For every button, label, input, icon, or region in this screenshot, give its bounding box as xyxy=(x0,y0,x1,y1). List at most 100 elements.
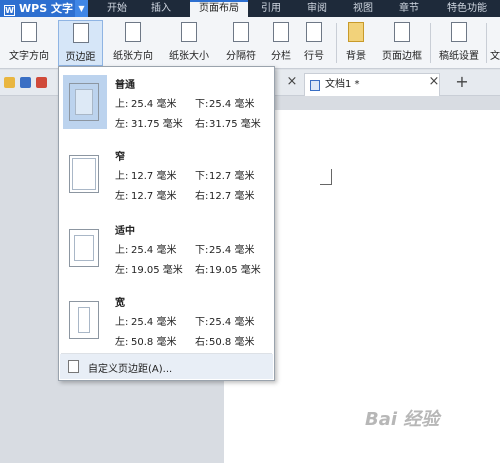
tab-page-layout[interactable]: 页面布局 xyxy=(190,0,248,17)
ribbon-separator xyxy=(430,23,431,63)
bottom-margin-value: 25.4 毫米 xyxy=(209,245,255,256)
columns-label: 分栏 xyxy=(271,51,291,62)
preset-name: 适中 xyxy=(115,226,135,237)
bottom-margin-label: 下: xyxy=(195,317,209,328)
columns-icon xyxy=(273,22,289,42)
bottom-margin-value: 25.4 毫米 xyxy=(209,317,255,328)
text-button-label: 文 xyxy=(490,51,500,62)
orientation-label: 纸张方向 xyxy=(113,51,153,62)
tab-view[interactable]: 视图 xyxy=(346,0,380,17)
manuscript-settings-label: 稿纸设置 xyxy=(439,51,479,62)
left-margin-label: 左: xyxy=(115,337,129,348)
right-margin-value: 12.7 毫米 xyxy=(209,191,255,202)
top-margin-value: 12.7 毫米 xyxy=(131,171,177,182)
line-numbers-icon xyxy=(306,22,322,42)
top-margin-value: 25.4 毫米 xyxy=(131,317,177,328)
tab-special-features[interactable]: 特色功能 xyxy=(438,0,496,17)
app-title: WPS 文字 xyxy=(19,2,73,15)
bottom-margin-label: 下: xyxy=(195,245,209,256)
bottom-margin-label: 下: xyxy=(195,171,209,182)
left-margin-label: 左: xyxy=(115,119,129,130)
tab-references[interactable]: 引用 xyxy=(256,0,286,17)
menu-bar: W WPS 文字 ▼ 开始 插入 页面布局 引用 审阅 视图 章节 特色功能 xyxy=(0,0,500,17)
page-border-icon xyxy=(394,22,410,42)
watermark: Bai 经验 xyxy=(365,409,440,430)
preset-name: 窄 xyxy=(115,152,125,163)
margin-corner-mark xyxy=(320,169,332,185)
save-icon[interactable] xyxy=(20,77,31,88)
bottom-margin-value: 25.4 毫米 xyxy=(209,99,255,110)
columns-button[interactable]: 分栏 xyxy=(266,20,296,66)
margin-preset-wide[interactable]: 宽 上: 25.4 毫米 下: 25.4 毫米 左: 50.8 毫米 右: 50… xyxy=(59,285,274,355)
breaks-button[interactable]: 分隔符 xyxy=(218,20,264,66)
custom-margins-label: 自定义页边距(A)... xyxy=(88,364,173,375)
close-tab-icon[interactable]: × xyxy=(284,74,300,90)
custom-margins-item[interactable]: 自定义页边距(A)... xyxy=(60,354,273,379)
tab-review[interactable]: 审阅 xyxy=(300,0,334,17)
bottom-margin-label: 下: xyxy=(195,99,209,110)
margin-preview-icon xyxy=(69,155,99,193)
orientation-button[interactable]: 纸张方向 xyxy=(106,20,160,66)
left-margin-value: 12.7 毫米 xyxy=(131,191,177,202)
right-margin-label: 右: xyxy=(195,119,209,130)
right-margin-value: 50.8 毫米 xyxy=(209,337,255,348)
manuscript-settings-button[interactable]: 稿纸设置 xyxy=(436,20,482,66)
right-margin-label: 右: xyxy=(195,337,209,348)
breaks-icon xyxy=(233,22,249,42)
margin-preset-moderate[interactable]: 适中 上: 25.4 毫米 下: 25.4 毫米 左: 19.05 毫米 右: … xyxy=(59,213,274,283)
app-menu-button[interactable]: W WPS 文字 ▼ xyxy=(0,0,88,17)
right-margin-label: 右: xyxy=(195,265,209,276)
tab-insert[interactable]: 插入 xyxy=(144,0,178,17)
ribbon-separator xyxy=(486,23,487,63)
left-margin-label: 左: xyxy=(115,265,129,276)
text-button[interactable]: 文 xyxy=(490,20,500,66)
left-margin-value: 50.8 毫米 xyxy=(131,337,177,348)
background-label: 背景 xyxy=(346,51,366,62)
breaks-label: 分隔符 xyxy=(226,51,256,62)
margin-preset-normal[interactable]: 普通 上: 25.4 毫米 下: 25.4 毫米 左: 31.75 毫米 右: … xyxy=(59,67,274,137)
margin-preset-narrow[interactable]: 窄 上: 12.7 毫米 下: 12.7 毫米 左: 12.7 毫米 右: 12… xyxy=(59,139,274,209)
line-numbers-label: 行号 xyxy=(304,51,324,62)
margins-dropdown: 普通 上: 25.4 毫米 下: 25.4 毫米 左: 31.75 毫米 右: … xyxy=(58,66,275,381)
bottom-margin-value: 12.7 毫米 xyxy=(209,171,255,182)
right-margin-value: 31.75 毫米 xyxy=(209,119,261,130)
ribbon-separator xyxy=(336,23,337,63)
page-border-button[interactable]: 页面边框 xyxy=(380,20,424,66)
text-direction-label: 文字方向 xyxy=(9,51,49,62)
top-margin-label: 上: xyxy=(115,317,129,328)
margin-preview-icon xyxy=(69,229,99,267)
text-direction-icon xyxy=(21,22,37,42)
top-margin-label: 上: xyxy=(115,99,129,110)
page-border-label: 页面边框 xyxy=(382,51,422,62)
top-margin-label: 上: xyxy=(115,171,129,182)
top-margin-label: 上: xyxy=(115,245,129,256)
open-folder-icon[interactable] xyxy=(4,77,15,88)
add-tab-icon[interactable]: + xyxy=(454,74,470,90)
text-direction-button[interactable]: 文字方向 xyxy=(4,20,54,66)
paper-size-button[interactable]: 纸张大小 xyxy=(162,20,216,66)
line-numbers-button[interactable]: 行号 xyxy=(298,20,330,66)
top-margin-value: 25.4 毫米 xyxy=(131,99,177,110)
orientation-icon xyxy=(125,22,141,42)
background-button[interactable]: 背景 xyxy=(342,20,370,66)
left-margin-value: 31.75 毫米 xyxy=(131,119,183,130)
margin-preview-icon xyxy=(69,301,99,339)
paper-size-label: 纸张大小 xyxy=(169,51,209,62)
margins-button[interactable]: 页边距 xyxy=(58,20,103,66)
preset-name: 普通 xyxy=(115,80,135,91)
tab-document1[interactable]: 文档1 * xyxy=(304,73,440,96)
left-margin-label: 左: xyxy=(115,191,129,202)
close-tab-icon[interactable]: × xyxy=(426,74,442,90)
margins-label: 页边距 xyxy=(65,52,96,63)
tab-chapter[interactable]: 章节 xyxy=(392,0,426,17)
background-icon xyxy=(348,22,364,42)
preset-name: 宽 xyxy=(115,298,125,309)
tab-start[interactable]: 开始 xyxy=(100,0,134,17)
margin-preview-icon xyxy=(69,83,99,121)
document-icon xyxy=(310,80,320,91)
left-margin-value: 19.05 毫米 xyxy=(131,265,183,276)
manuscript-icon xyxy=(451,22,467,42)
chevron-down-icon[interactable]: ▼ xyxy=(75,0,88,17)
export-pdf-icon[interactable] xyxy=(36,77,47,88)
right-margin-value: 19.05 毫米 xyxy=(209,265,261,276)
